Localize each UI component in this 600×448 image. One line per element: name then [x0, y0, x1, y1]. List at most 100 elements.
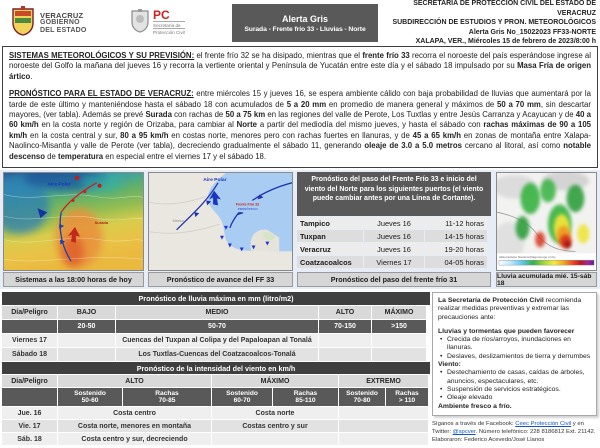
rain-cell-alto	[319, 334, 371, 347]
surface-systems-map-graphic: Aire Polar Surada	[4, 173, 143, 270]
subheader-label: Rachas	[294, 390, 317, 397]
map2-front-label: Frente Frío 33	[236, 202, 259, 206]
wind-cell-maximo	[212, 433, 338, 445]
wind-day-cell: Jue. 16	[2, 407, 57, 419]
rain-header-cell: Día/Peligro	[2, 306, 57, 319]
alerta-gris-bulletin: VERACRUZ GOBIERNO DEL ESTADO PC Secretar…	[0, 0, 600, 448]
rain-day-cell: Viernes 17	[2, 334, 57, 347]
subheader-label: Sostenido	[226, 390, 258, 397]
pc-logo-caption1: Secretaría de	[153, 21, 185, 28]
rain-map-colorbar	[499, 260, 594, 265]
rain-map-colorbar-label: Akkumulierte Niederschlagsmenge (mm)	[499, 255, 555, 259]
wind-day-cell: Sáb. 18	[2, 433, 57, 445]
rain-row-viernes: Viernes 17 Cuencas del Tuxpan al Colipa …	[2, 334, 430, 347]
subheader-label: Rachas	[395, 390, 418, 397]
pc-shield-icon	[130, 9, 150, 38]
header-agency-block: SECRETARÍA DE PROTECCIÓN CIVIL DEL ESTAD…	[378, 0, 598, 47]
pc-logo-caption2: Protección Civil	[153, 28, 185, 35]
wind-forecast-table: Pronóstico de la intensidad del viento e…	[2, 362, 430, 445]
ports-row-coatzacoalcos: Coatzacoalcos Viernes 17 04-05 horas	[297, 256, 491, 268]
wind-subheader-empty	[2, 388, 57, 406]
social-link[interactable]: Ceec Protección Civil	[515, 421, 571, 427]
port-name: Tuxpan	[297, 230, 363, 242]
subheader-range: 60-70	[234, 397, 251, 404]
port-day: Jueves 16	[364, 217, 424, 229]
recommendation-item: Oleaje elevado	[438, 394, 591, 402]
map1-aire-polar-label: Aire Polar	[47, 182, 70, 188]
recommendation-item: Suspensión de servicios estratégicos.	[438, 386, 591, 394]
wind-day-cell: Vie. 17	[2, 420, 57, 432]
alert-banner-title: Alerta Gris	[232, 14, 378, 24]
ports-row-veracruz: Veracruz Jueves 16 19-20 horas	[297, 243, 491, 255]
wind-cell-extremo	[339, 420, 428, 432]
alert-banner: Alerta Gris Surada - Frente frío 33 - Ll…	[232, 4, 378, 42]
map1-surada-label: Surada	[95, 220, 109, 225]
recommendations-rain-list: Crecida de ríos/arroyos, inundaciones en…	[438, 336, 591, 361]
veracruz-logo-line2: GOBIERNO	[40, 19, 86, 27]
veracruz-logo-line1: VERACRUZ	[40, 12, 86, 20]
veracruz-shield-icon	[10, 6, 36, 41]
rain-cell-maximo	[372, 348, 426, 361]
rain-cell-medio: Los Tuxtlas-Cuencas del Coatzacoalcos-To…	[116, 348, 318, 361]
rain-cell-medio: Cuencas del Tuxpan al Colipa y del Papal…	[116, 334, 318, 347]
wind-row-jueves: Jue. 16 Costa centro Costa norte	[2, 407, 430, 419]
recommendation-item: Destechamiento de casas, caídas de árbol…	[438, 369, 591, 386]
paragraph-sistemas: SISTEMAS METEOROLÓGICOS Y SU PREVISIÓN: …	[9, 51, 591, 82]
header: VERACRUZ GOBIERNO DEL ESTADO PC Secretar…	[2, 2, 598, 44]
port-hours: 14-15 horas	[425, 230, 487, 242]
wind-row-viernes: Vie. 17 Costa norte, menores en montaña …	[2, 420, 430, 432]
wind-subheader: Rachas > 110	[386, 388, 428, 406]
rain-cell-bajo	[58, 348, 115, 361]
ports-forecast-panel: Pronóstico del paso del Frente Frío 33 e…	[297, 172, 491, 268]
ports-panel-caption: Pronóstico del paso del frente frío 31	[297, 272, 491, 287]
rain-range-cell: >150	[372, 320, 426, 333]
rain-cell-maximo	[372, 334, 426, 347]
rain-cell-bajo	[58, 334, 115, 347]
wind-subheader: Sostenido 50-60	[58, 388, 122, 406]
recommendations-closing: Ambiente fresco a frío.	[438, 403, 591, 411]
port-name: Coatzacoalcos	[297, 256, 363, 268]
subheader-label: Rachas	[155, 390, 178, 397]
rain-row-sabado: Sábado 18 Los Tuxtlas-Cuencas del Coatza…	[2, 348, 430, 361]
rain-table-header-row: Día/Peligro BAJO MEDIO ALTO MÁXIMO	[2, 306, 430, 319]
rain-table-title: Pronóstico de lluvia máxima en mm (litro…	[2, 292, 430, 305]
subheader-label: Sostenido	[346, 390, 378, 397]
agency-line2: SUBDIRECCIÓN DE ESTUDIOS Y PRON. METEORO…	[378, 18, 596, 28]
rain-range-cell: 20-50	[58, 320, 115, 333]
wind-group-extremo: EXTREMO	[339, 375, 428, 387]
wind-subheader: Rachas 70-85	[123, 388, 211, 406]
port-day: Viernes 17	[364, 256, 424, 268]
port-hours: 04-05 horas	[425, 256, 487, 268]
pc-logo-abbr: PC	[153, 9, 185, 21]
rain-table-ranges-row: 20-50 50-70 70-150 >150	[2, 320, 430, 333]
wind-row-sabado: Sáb. 18 Costa centro y sur, decreciendo	[2, 433, 430, 445]
subheader-range: 50-60	[82, 397, 99, 404]
social-link[interactable]: @spcver	[453, 429, 476, 435]
rain-header-cell: MEDIO	[116, 306, 318, 319]
surface-systems-map: Aire Polar Surada	[3, 172, 144, 271]
ff33-advance-map-graphic: Aire Polar Frente Frío 33 PRONÓSTICO Méx…	[149, 173, 292, 270]
map2-mexico-label: México	[173, 219, 184, 223]
agency-line1: SECRETARÍA DE PROTECCIÓN CIVIL DEL ESTAD…	[378, 0, 596, 18]
wind-subheader: Sostenido 70-80	[339, 388, 385, 406]
accumulated-rain-map: Akkumulierte Niederschlagsmenge (mm)	[496, 172, 597, 271]
map2-aire-polar-label: Aire Polar	[203, 177, 226, 183]
rain-header-cell: MÁXIMO	[372, 306, 426, 319]
wind-table-title: Pronóstico de la intensidad del viento e…	[2, 362, 430, 374]
rain-range-cell: 70-150	[319, 320, 371, 333]
rain-day-cell: Sábado 18	[2, 348, 57, 361]
wind-cell-extremo	[339, 433, 428, 445]
wind-group-alto: ALTO	[58, 375, 211, 387]
ports-row-tampico: Tampico Jueves 16 11-12 horas	[297, 217, 491, 229]
wind-subheader: Rachas 85-110	[273, 388, 338, 406]
alert-banner-subtitle: Surada - Frente frío 33 - Lluvias - Nort…	[232, 26, 378, 33]
port-hours: 11-12 horas	[425, 217, 487, 229]
recommendations-box: La Secretaría de Protección Civil recomi…	[432, 292, 597, 416]
recommendations-wind-list: Destechamiento de casas, caídas de árbol…	[438, 369, 591, 402]
ports-row-tuxpan: Tuxpan Jueves 16 14-15 horas	[297, 230, 491, 242]
wind-cell-maximo: Costa norte	[212, 407, 338, 419]
rain-forecast-table: Pronóstico de lluvia máxima en mm (litro…	[2, 292, 430, 361]
map1-caption: Sistemas a las 18:00 horas de hoy	[3, 272, 144, 287]
recommendations-intro: La Secretaría de Protección Civil recomi…	[438, 297, 591, 322]
wind-table-subheader-row: Sostenido 50-60 Rachas 70-85 Sostenido 6…	[2, 388, 430, 406]
